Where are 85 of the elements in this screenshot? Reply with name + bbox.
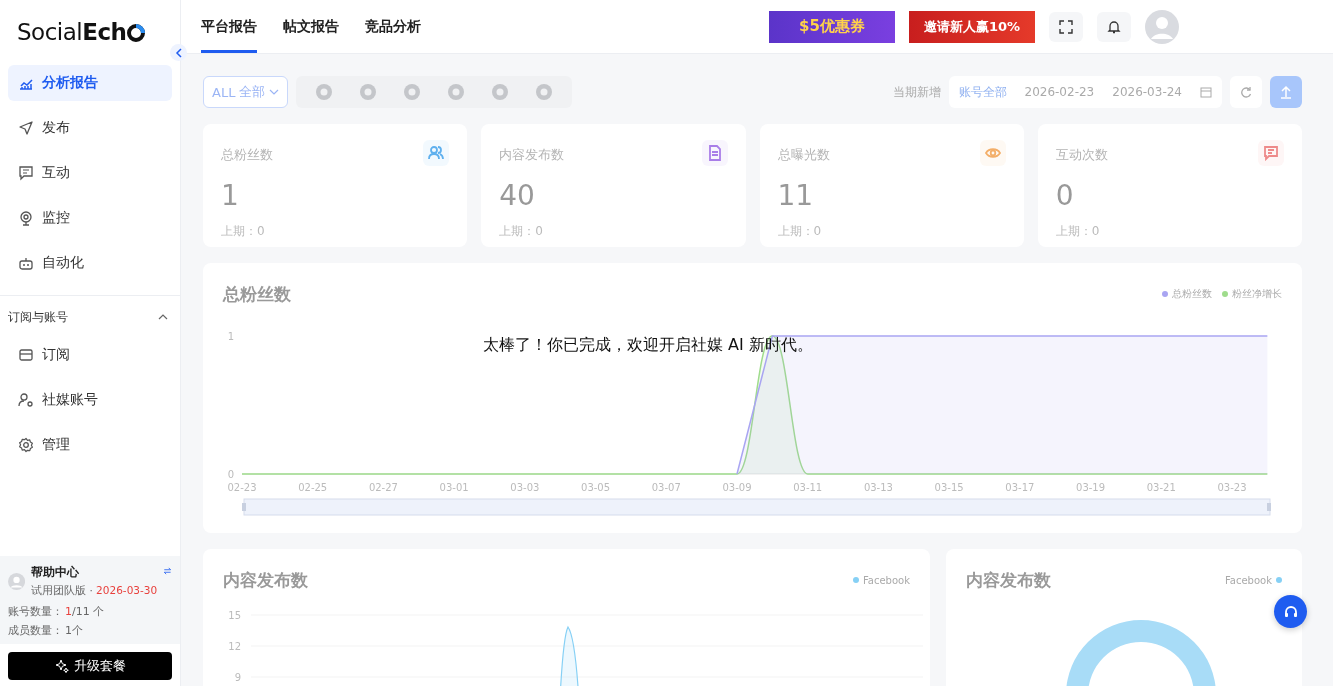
member-count: 1个 [65,623,83,638]
section-title: 订阅与账号 [8,308,68,326]
nav-item[interactable]: 自动化 [8,245,172,281]
start-date: 2026-02-23 [1024,85,1095,99]
promo-banner[interactable]: 邀请新人赢10% [909,10,1035,43]
x-tick-label: 03-09 [722,482,752,493]
tab[interactable]: 竞品分析 [365,0,421,53]
x-tick-label: 03-05 [581,482,611,493]
y-tick-label: 9 [234,672,241,683]
stat-title: 总曝光数 [777,146,831,164]
area-series [557,626,582,686]
x-tick-label: 02-27 [368,482,398,493]
message-icon [18,165,34,181]
expiry-date: 2026-03-30 [95,584,158,596]
refresh-icon [1240,86,1252,98]
x-tick-label: 03-19 [1076,482,1106,493]
stat-value: 40 [499,178,536,214]
user-icon [18,392,34,408]
chart-title: 内容发布数 [223,568,308,592]
app-logo: SocialEch [17,19,127,45]
stat-value: 1 [221,178,240,214]
x-tick-label: 03-17 [1005,482,1035,493]
x-tick-label: 03-07 [651,482,681,493]
fullscreen-icon [1059,19,1073,34]
account-label: 账号数量： [8,604,63,619]
chevron-up-icon [158,313,168,321]
x-tick-label: 03-23 [1217,482,1247,493]
y-tick-label: 15 [228,610,241,621]
bell-icon [1107,19,1121,34]
celebration-message: 太棒了！你已完成，欢迎开启社媒 AI 新时代。 [483,335,813,354]
webcam-icon [18,210,34,226]
stat-title: 总粉丝数 [221,146,274,164]
refresh-button[interactable] [1230,76,1262,108]
x-tick-label: 03-13 [863,482,893,493]
stat-value: 11 [777,178,815,214]
promo-banner[interactable]: $5优惠券 [769,10,895,43]
upload-icon [1279,85,1293,99]
chevron-left-icon [174,47,183,58]
notification-button[interactable] [1097,11,1131,42]
y-tick-label: 0 [227,469,234,480]
nav-item[interactable]: 监控 [8,200,172,236]
x-tick-label: 02-25 [298,482,328,493]
period-label: 当期新增 [892,83,941,101]
stat-title: 互动次数 [1055,146,1109,164]
nav-item[interactable]: 社媒账号 [8,382,172,418]
member-label: 成员数量： [8,623,63,638]
nav-item[interactable]: 订阅 [8,337,172,373]
account-count: 1/11 个 [65,604,105,619]
chart-title: 内容发布数 [966,568,1051,592]
chevron-down-icon [269,88,280,96]
card-icon [18,347,34,363]
x-tick-label: 03-01 [439,482,469,493]
help-title[interactable]: 帮助中心 [31,564,158,581]
fullscreen-button[interactable] [1049,11,1083,42]
tab[interactable]: 平台报告 [201,0,257,53]
sparkle-icon [54,659,69,673]
chart-title: 总粉丝数 [223,282,291,306]
section-header[interactable]: 订阅与账号 [0,302,180,332]
x-tick-label: 03-11 [793,482,823,493]
x-tick-label: 03-03 [510,482,540,493]
calendar-icon [1200,86,1212,98]
nav-item[interactable]: 互动 [8,155,172,191]
x-tick-label: 02-23 [227,482,257,493]
export-button[interactable] [1270,76,1302,108]
y-tick-label: 1 [227,331,234,342]
x-tick-label: 03-15 [934,482,964,493]
ring-logo-icon [126,21,147,43]
stat-title: 内容发布数 [499,146,566,164]
zoom-slider[interactable] [242,498,1271,516]
nav-item[interactable]: 管理 [8,427,172,463]
y-tick-label: 12 [228,641,241,652]
avatar-icon[interactable] [1145,9,1179,44]
headset-icon [1282,603,1299,620]
end-date: 2026-03-24 [1112,85,1182,99]
plan-name: 试用团队版 · [31,584,93,596]
collapse-button[interactable] [170,44,187,61]
robot-icon [18,255,34,271]
nav-item[interactable]: 发布 [8,110,172,146]
tab[interactable]: 帖文报告 [283,0,339,53]
x-tick-label: 03-21 [1146,482,1176,493]
send-icon [18,120,34,136]
upgrade-button[interactable]: 升级套餐 [8,652,172,680]
nav-item[interactable]: 分析报告 [8,65,172,101]
settings-icon [18,437,34,453]
stat-value: 0 [1055,178,1075,214]
